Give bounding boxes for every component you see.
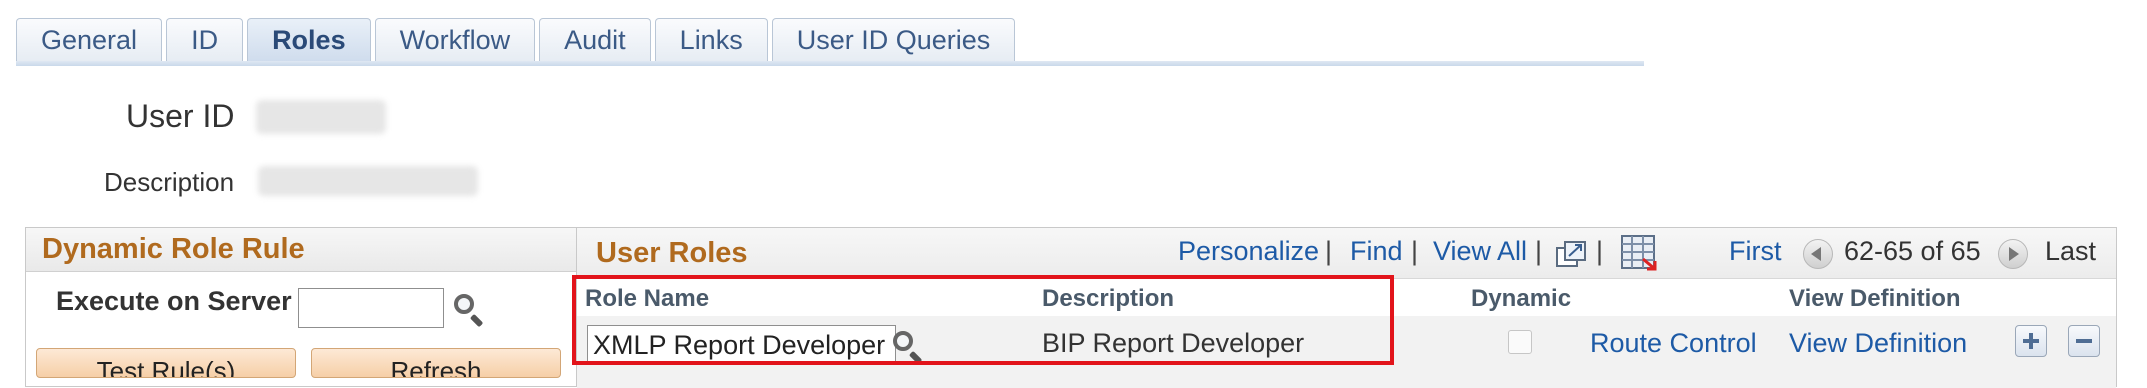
refresh-button[interactable]: Refresh bbox=[311, 348, 561, 378]
tab-bar: General ID Roles Workflow Audit Links Us… bbox=[16, 18, 1016, 62]
user-id-value-redacted bbox=[256, 100, 386, 134]
view-all-link[interactable]: View All bbox=[1433, 236, 1527, 267]
tab-audit[interactable]: Audit bbox=[539, 18, 651, 62]
download-grid-icon[interactable] bbox=[1621, 235, 1657, 271]
dynamic-role-rule-title: Dynamic Role Rule bbox=[26, 228, 576, 272]
delete-row-icon[interactable] bbox=[2068, 325, 2100, 357]
separator: | bbox=[1411, 236, 1419, 266]
search-icon[interactable] bbox=[891, 329, 925, 365]
column-header-description: Description bbox=[1042, 285, 1175, 312]
dynamic-role-rule-panel: Dynamic Role Rule Execute on Server Test… bbox=[25, 227, 577, 387]
execute-on-server-label: Execute on Server bbox=[56, 286, 292, 316]
column-header-dynamic: Dynamic bbox=[1471, 285, 1572, 312]
description-value-redacted bbox=[258, 166, 478, 196]
test-rules-button[interactable]: Test Rule(s) bbox=[36, 348, 296, 378]
find-link[interactable]: Find bbox=[1350, 236, 1403, 267]
separator: | bbox=[1535, 236, 1543, 266]
user-roles-header: User Roles Personalize | Find | View All… bbox=[577, 228, 2116, 279]
view-definition-link[interactable]: View Definition bbox=[1789, 328, 1967, 359]
separator: | bbox=[1325, 236, 1333, 266]
tab-links[interactable]: Links bbox=[654, 18, 768, 62]
role-description: BIP Report Developer bbox=[1042, 328, 1305, 358]
tab-divider bbox=[16, 61, 1644, 66]
last-label[interactable]: Last bbox=[2045, 236, 2096, 267]
role-name-input[interactable]: XMLP Report Developer bbox=[587, 325, 896, 365]
personalize-link[interactable]: Personalize bbox=[1178, 236, 1319, 267]
tab-general[interactable]: General bbox=[16, 18, 163, 62]
previous-arrow-icon[interactable] bbox=[1803, 239, 1833, 269]
route-control-link[interactable]: Route Control bbox=[1590, 328, 1757, 359]
dynamic-checkbox[interactable] bbox=[1508, 330, 1532, 354]
new-window-icon[interactable] bbox=[1555, 239, 1589, 269]
tab-workflow[interactable]: Workflow bbox=[374, 18, 536, 62]
separator: | bbox=[1596, 236, 1604, 266]
description-label: Description bbox=[104, 167, 235, 197]
column-header-view-definition: View Definition bbox=[1789, 285, 1961, 312]
next-arrow-icon[interactable] bbox=[1998, 239, 2028, 269]
tab-roles[interactable]: Roles bbox=[247, 18, 371, 62]
tab-user-id-queries[interactable]: User ID Queries bbox=[771, 18, 1016, 62]
user-id-label: User ID bbox=[126, 98, 235, 134]
tab-id[interactable]: ID bbox=[166, 18, 244, 62]
search-icon[interactable] bbox=[452, 292, 486, 328]
first-link[interactable]: First bbox=[1729, 236, 1781, 267]
column-header-role-name: Role Name bbox=[585, 285, 710, 312]
user-roles-panel: User Roles Personalize | Find | View All… bbox=[577, 227, 2117, 388]
add-row-icon[interactable] bbox=[2015, 325, 2047, 357]
execute-on-server-input[interactable] bbox=[298, 288, 444, 328]
user-roles-title: User Roles bbox=[596, 237, 748, 269]
row-range: 62-65 of 65 bbox=[1844, 236, 1981, 266]
